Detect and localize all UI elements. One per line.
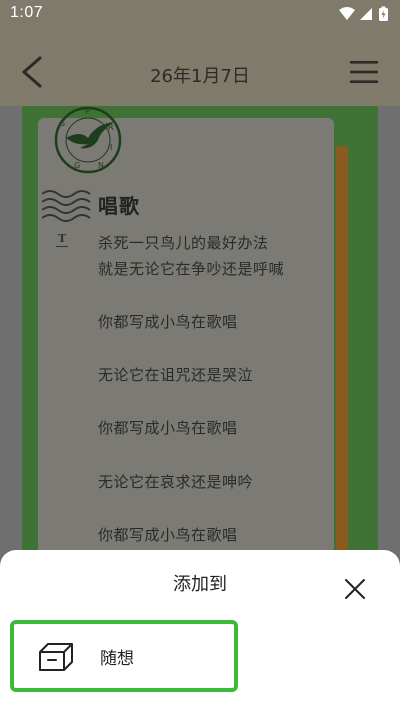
- poem-line: 你都写成小鸟在歌唱: [98, 419, 238, 437]
- battery-charging-icon: [379, 6, 388, 21]
- app-header: 26年1月7日: [0, 28, 400, 106]
- box-icon: [39, 643, 73, 671]
- poem-line: 无论它在诅咒还是哭泣: [98, 366, 254, 384]
- hamburger-menu-icon[interactable]: [350, 60, 378, 84]
- status-icons: [339, 6, 388, 21]
- poem-line: 你都写成小鸟在歌唱: [98, 313, 238, 331]
- poem-line: 杀死一只鸟儿的最好办法: [98, 234, 269, 252]
- card-bookmark-tab: [336, 146, 348, 566]
- spring-swallow-stamp: S P R I N G: [54, 106, 122, 174]
- stamp-letter: G: [74, 161, 80, 170]
- poem-line: 就是无论它在争吵还是呼喊: [98, 260, 285, 278]
- poem-title: 唱歌: [98, 194, 140, 218]
- postmark-wavy-lines: [42, 190, 91, 222]
- poem-line: 无论它在哀求还是呻吟: [98, 473, 254, 491]
- add-to-bottom-sheet: 添加到 随想: [0, 550, 400, 712]
- status-time: 1:07: [10, 4, 44, 21]
- poem-line: 你都写成小鸟在歌唱: [98, 526, 238, 544]
- stamp-letter: I: [110, 143, 112, 152]
- stamp-letter: N: [98, 161, 104, 170]
- wifi-icon: [339, 7, 355, 20]
- text-style-icon[interactable]: T: [55, 232, 69, 247]
- signal-icon: [360, 8, 372, 20]
- page-title: 26年1月7日: [150, 66, 250, 87]
- poem-card: [38, 118, 334, 566]
- stamp-letter: S: [60, 119, 65, 128]
- stamp-letter: R: [108, 123, 114, 132]
- close-icon[interactable]: [340, 574, 370, 604]
- stamp-letter: P: [85, 107, 90, 116]
- option-label: 随想: [100, 649, 134, 669]
- status-bar: 1:07: [0, 0, 400, 28]
- option-suixiang[interactable]: 随想: [10, 620, 238, 692]
